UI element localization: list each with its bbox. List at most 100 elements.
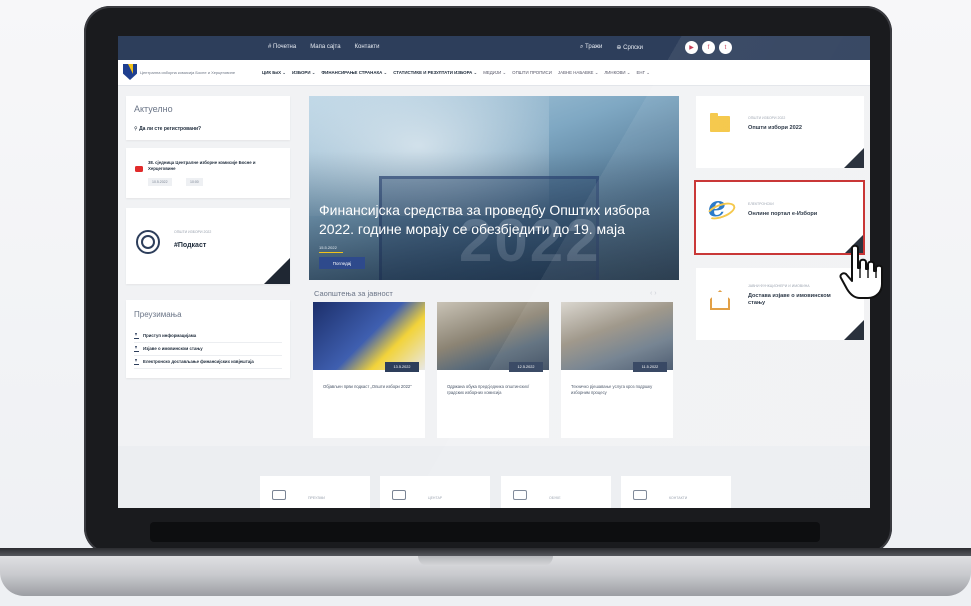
- topbar-link-sitemap[interactable]: Мапа сајта: [310, 44, 340, 50]
- language-label: Српски: [623, 45, 644, 51]
- news-card[interactable]: 11.5.2022 Техничко рјешавање услуга кроз…: [561, 302, 673, 438]
- downloads-title: Преузимања: [134, 310, 182, 319]
- download-label: Електронско достављање финансијских извј…: [143, 359, 254, 364]
- youtube-icon[interactable]: ▶: [685, 41, 698, 54]
- contacts-icon: [633, 490, 647, 500]
- nav-item-eng[interactable]: ЕНГ ⌄: [637, 70, 650, 76]
- youtube-title: 38. сједница Централне изборне комисије …: [148, 160, 256, 171]
- podcast-caption: ОПШТИ ИЗБОРИ 2022: [174, 230, 212, 234]
- news-carousel-arrows[interactable]: ‹ ›: [650, 290, 657, 297]
- news-image: [437, 302, 549, 370]
- nav-item-mediji[interactable]: МЕДИЈИ ⌄: [483, 70, 506, 76]
- browser-screen: # Почетна Мапа сајта Контакти ⌕ Тражи ⊕ …: [118, 36, 870, 508]
- main-nav: Централна изборна комисија Босне и Херце…: [118, 60, 870, 86]
- nav-item-cik[interactable]: ЦИК БиХ ⌄: [262, 70, 286, 76]
- downloads-card: Преузимања Приступ информацијама Изјаве …: [126, 300, 290, 378]
- download-item[interactable]: Изјаве о имовинском стању: [134, 343, 282, 356]
- document-icon: [272, 490, 286, 500]
- elections-2022-card[interactable]: ОПШТИ ИЗБОРИ 2022 Општи избори 2022: [696, 96, 864, 168]
- topbar-link-contacts[interactable]: Контакти: [355, 44, 380, 50]
- nav-menu: ЦИК БиХ ⌄ ИЗБОРИ ⌄ ФИНАНСИРАЊЕ СТРАНАКА …: [262, 70, 650, 76]
- search-button[interactable]: ⌕ Тражи: [580, 44, 602, 51]
- org-name: Централна изборна комисија Босне и Херце…: [140, 70, 236, 75]
- footer-box[interactable]: ПРЕУЗМИ: [260, 476, 370, 508]
- footer-box-caption: ПРЕУЗМИ: [308, 496, 325, 500]
- download-label: Приступ информацијама: [143, 333, 197, 338]
- news-image: [313, 302, 425, 370]
- youtube-play-icon: [135, 166, 143, 172]
- nav-item-statistike[interactable]: СТАТИСТИКЕ И РЕЗУЛТАТИ ИЗБОРА ⌄: [393, 70, 477, 76]
- youtube-card[interactable]: 38. сједница Централне изборне комисије …: [126, 148, 290, 198]
- cik-logo-icon[interactable]: [123, 64, 137, 80]
- right-card-title: Достава изјаве о имовинском стању: [748, 293, 831, 307]
- news-date: 12.5.2022: [509, 362, 543, 372]
- folder-icon: [710, 113, 730, 132]
- news-image: [561, 302, 673, 370]
- download-icon: [134, 346, 139, 352]
- download-label: Изјаве о имовинском стању: [143, 346, 203, 351]
- nav-item-nabavke[interactable]: ЈАВНЕ НАБАВКЕ ⌄: [558, 70, 599, 76]
- right-card-caption: ОПШТИ ИЗБОРИ 2022: [748, 116, 786, 120]
- download-item[interactable]: Приступ информацијама: [134, 330, 282, 343]
- news-caption: Техничко рјешавање услуга кроз подршку и…: [571, 384, 653, 395]
- podcast-icon: [136, 230, 160, 254]
- training-icon: [513, 490, 527, 500]
- corner-arrow-icon: [844, 148, 864, 168]
- language-button[interactable]: ⊕ Српски: [616, 44, 643, 51]
- center-icon: [392, 490, 406, 500]
- news-date: 11.5.2022: [633, 362, 667, 372]
- podcast-title: #Подкаст: [174, 242, 207, 249]
- hero-date: 15.5.2022: [319, 245, 337, 250]
- news-caption: Одржана обука предсједника општинских/гр…: [447, 384, 530, 395]
- nav-item-propisi[interactable]: ОПШТИ ПРОПИСИ: [512, 70, 552, 76]
- corner-arrow-icon: [844, 320, 864, 340]
- download-icon: [134, 333, 139, 339]
- hero-divider: [319, 252, 343, 253]
- nav-item-linkovi[interactable]: ЛИНКОВИ ⌄: [604, 70, 630, 76]
- footer-box-caption: КОНТАКТИ: [669, 496, 688, 500]
- footer-box-caption: ОБУКЕ: [549, 496, 561, 500]
- download-item[interactable]: Електронско достављање финансијских извј…: [134, 356, 282, 369]
- footer-box[interactable]: ЦЕНТАР: [380, 476, 490, 508]
- nav-item-izbori[interactable]: ИЗБОРИ ⌄: [292, 70, 315, 76]
- aktuelno-card: Актуелно ⚲ Да ли сте регистровани?: [126, 96, 290, 140]
- news-card[interactable]: 13.5.2022 Објављен први подкаст „Општи и…: [313, 302, 425, 438]
- footer-box[interactable]: ОБУКЕ: [501, 476, 611, 508]
- aktuelno-question: Да ли сте регистровани?: [139, 126, 202, 132]
- hero-title: Финансијска средства за проведбу Општих …: [319, 202, 650, 237]
- laptop-notch: [418, 556, 553, 566]
- hero-view-button[interactable]: Погледај: [319, 257, 365, 269]
- laptop-base-edge: [0, 548, 971, 556]
- news-card[interactable]: 12.5.2022 Одржана обука предсједника опш…: [437, 302, 549, 438]
- facebook-icon[interactable]: f: [702, 41, 715, 54]
- aktuelno-title: Актуелно: [134, 104, 173, 114]
- footer-box[interactable]: КОНТАКТИ: [621, 476, 731, 508]
- download-icon: [134, 359, 139, 365]
- aktuelno-link[interactable]: ⚲ Да ли сте регистровани?: [134, 126, 201, 132]
- youtube-date: 10.5.2022: [148, 178, 172, 186]
- search-label: Тражи: [585, 44, 603, 50]
- youtube-time: 10:00: [186, 178, 203, 186]
- house-icon: [710, 290, 730, 310]
- hero-shade: [309, 96, 679, 280]
- laptop-hinge: [150, 522, 820, 542]
- footer-box-caption: ЦЕНТАР: [428, 496, 443, 500]
- right-card-title: Општи избори 2022: [748, 125, 802, 131]
- topbar-tools: ⌕ Тражи ⊕ Српски: [580, 44, 643, 51]
- corner-arrow-icon: [264, 258, 290, 284]
- footer-band: [118, 446, 870, 508]
- hero-banner[interactable]: 2022 Финансијска средства за проведбу Оп…: [309, 96, 679, 280]
- topbar-link-home[interactable]: # Почетна: [268, 44, 296, 50]
- news-date: 13.5.2022: [385, 362, 419, 372]
- twitter-icon[interactable]: t: [719, 41, 732, 54]
- podcast-card[interactable]: ОПШТИ ИЗБОРИ 2022 #Подкаст: [126, 208, 290, 284]
- topbar: # Почетна Мапа сајта Контакти ⌕ Тражи ⊕ …: [118, 36, 870, 60]
- hand-pointer-icon: [839, 244, 883, 299]
- social-links: ▶ f t: [685, 41, 732, 54]
- topbar-links: # Почетна Мапа сајта Контакти: [268, 44, 380, 50]
- right-card-caption: ЈАВНИ ФУНКЦИОНЕРИ И ИМОВИНА: [748, 284, 810, 288]
- news-section-title: Саопштења за јавност: [314, 289, 393, 298]
- downloads-list: Приступ информацијама Изјаве о имовинско…: [134, 330, 282, 369]
- news-caption: Објављен први подкаст „Општи избори 2022…: [323, 384, 412, 389]
- nav-item-finansiranje[interactable]: ФИНАНСИРАЊЕ СТРАНАКА ⌄: [321, 70, 387, 76]
